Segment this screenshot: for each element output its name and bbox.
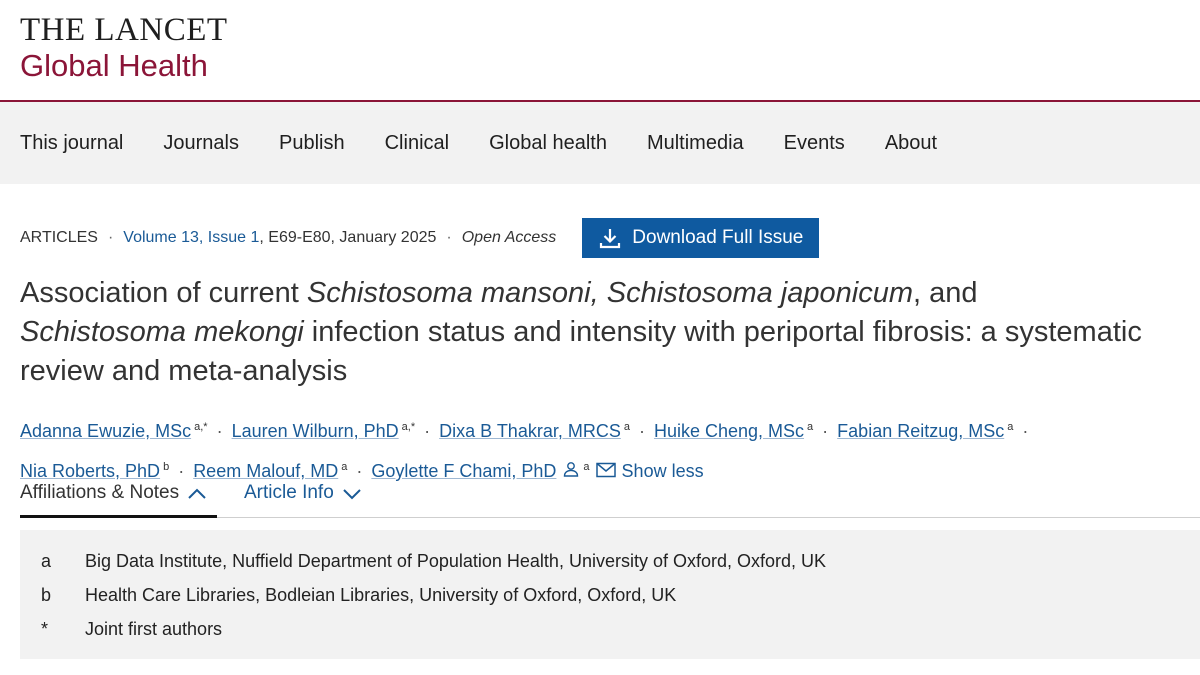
affiliation-row: a Big Data Institute, Nuffield Departmen… <box>20 544 1200 578</box>
affiliations-panel: a Big Data Institute, Nuffield Departmen… <box>20 530 1200 659</box>
chevron-up-icon <box>188 488 206 499</box>
nav-this-journal[interactable]: This journal <box>20 132 123 155</box>
nav-journals[interactable]: Journals <box>163 132 239 155</box>
article-title: Association of current Schistosoma manso… <box>20 274 1190 391</box>
separator: · <box>178 461 185 481</box>
article-meta: ARTICLES · Volume 13, Issue 1 , E69-E80,… <box>20 218 820 258</box>
affiliation-text: Health Care Libraries, Bodleian Librarie… <box>85 584 677 605</box>
author-link[interactable]: Nia Roberts, PhD <box>20 461 160 481</box>
affiliation-key: a <box>41 550 52 571</box>
author-affiliation-marker: b <box>163 461 170 473</box>
title-part: , and <box>912 277 978 309</box>
separator: · <box>822 421 829 441</box>
nav-multimedia[interactable]: Multimedia <box>647 132 744 155</box>
author-affiliation-marker: a <box>583 461 590 473</box>
author-link[interactable]: Dixa B Thakrar, MRCS <box>439 421 621 441</box>
chevron-down-icon <box>343 489 361 500</box>
separator: · <box>107 229 114 246</box>
download-icon <box>600 229 621 249</box>
logo-line-1: THE LANCET <box>20 12 228 48</box>
author-link[interactable]: Huike Cheng, MSc <box>654 421 804 441</box>
logo-line-2: Global Health <box>20 48 208 83</box>
main-nav: This journal Journals Publish Clinical G… <box>0 100 1200 184</box>
author-affiliation-marker: a,* <box>401 421 416 433</box>
author-affiliation-marker: a <box>623 421 630 433</box>
article-section: ARTICLES <box>20 229 98 246</box>
separator: · <box>446 229 452 246</box>
download-full-issue-button[interactable]: Download Full Issue <box>582 218 820 258</box>
separator: · <box>638 421 645 441</box>
author-list: Adanna Ewuzie, MSc a,* · Lauren Wilburn, Ph… <box>20 409 1190 490</box>
affiliation-row: b Health Care Libraries, Bodleian Librar… <box>20 578 1200 612</box>
author-link[interactable]: Fabian Reitzug, MSc <box>837 421 1004 441</box>
separator: · <box>356 461 363 481</box>
author-link[interactable]: Reem Malouf, MD <box>193 461 338 481</box>
title-part-italic: Schistosoma mekongi <box>20 316 304 348</box>
nav-events[interactable]: Events <box>784 132 845 155</box>
open-access-label: Open Access <box>461 229 557 246</box>
affiliation-row: * Joint first authors <box>20 612 1200 646</box>
download-label: Download Full Issue <box>632 227 804 248</box>
affiliation-text: Joint first authors <box>85 618 223 639</box>
affiliation-key: * <box>41 618 49 639</box>
affiliation-key: b <box>41 584 52 605</box>
nav-about[interactable]: About <box>885 132 937 155</box>
nav-clinical[interactable]: Clinical <box>385 132 449 155</box>
affiliation-text: Big Data Institute, Nuffield Department … <box>85 550 827 571</box>
issue-link[interactable]: Volume 13, Issue 1 <box>123 229 259 247</box>
title-part: Association of current <box>20 277 307 309</box>
separator: · <box>216 421 223 441</box>
tab-label: Affiliations & Notes <box>20 482 180 503</box>
show-less-link[interactable]: Show less <box>622 461 704 481</box>
separator: · <box>1022 421 1029 441</box>
tab-label: Article Info <box>244 482 334 503</box>
title-part-italic: Schistosoma mansoni, Schistosoma japonic… <box>306 277 913 309</box>
separator: · <box>424 421 431 441</box>
nav-global-health[interactable]: Global health <box>489 132 607 155</box>
author-link[interactable]: Goylette F Chami, PhD <box>371 461 556 481</box>
author-link[interactable]: Lauren Wilburn, PhD <box>232 421 399 441</box>
tab-article-info[interactable]: Article Info <box>244 482 362 518</box>
author-affiliation-marker: a <box>1007 421 1014 433</box>
article-pages-date: , E69-E80, January 2025 <box>259 229 437 246</box>
nav-publish[interactable]: Publish <box>279 132 345 155</box>
author-affiliation-marker: a <box>807 421 814 433</box>
tab-affiliations-notes[interactable]: Affiliations & Notes <box>20 482 217 518</box>
author-link[interactable]: Adanna Ewuzie, MSc <box>20 421 191 441</box>
article-tabs: Affiliations & Notes Article Info <box>20 482 1200 518</box>
author-affiliation-marker: a,* <box>194 421 208 433</box>
journal-logo[interactable]: THE LANCET Global Health <box>20 12 228 84</box>
author-affiliation-marker: a <box>341 461 348 473</box>
